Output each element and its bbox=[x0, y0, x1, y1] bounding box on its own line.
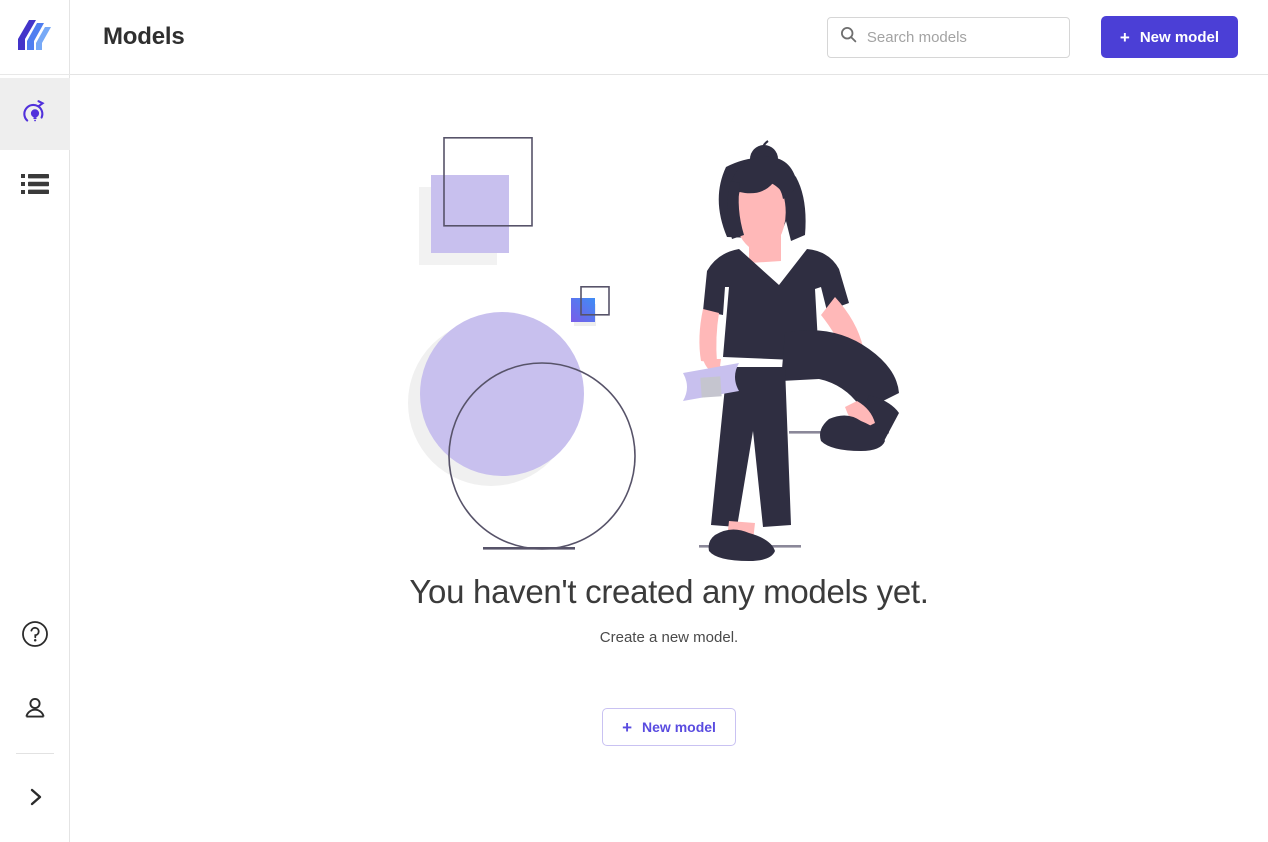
top-bar: Models + New model bbox=[70, 0, 1268, 75]
search-box[interactable] bbox=[826, 16, 1070, 58]
empty-state: You haven't created any models yet. Crea… bbox=[70, 75, 1268, 842]
sidebar-nav-bottom bbox=[0, 599, 69, 842]
sidebar-item-account[interactable] bbox=[0, 673, 70, 747]
list-datasets-icon bbox=[21, 173, 49, 200]
search-input[interactable] bbox=[866, 28, 1057, 46]
user-account-icon bbox=[20, 693, 50, 728]
plus-icon: + bbox=[622, 717, 633, 737]
app-logo[interactable] bbox=[0, 0, 70, 75]
sidebar-nav-top bbox=[0, 75, 70, 222]
help-circle-icon bbox=[20, 619, 50, 654]
main-area: Models + New model bbox=[70, 0, 1268, 842]
sidebar-expand-button[interactable] bbox=[0, 762, 70, 836]
sidebar-item-help[interactable] bbox=[0, 599, 70, 673]
empty-state-title: You haven't created any models yet. bbox=[409, 573, 929, 610]
sidebar bbox=[0, 0, 70, 842]
person-with-shapes-illustration bbox=[389, 137, 949, 567]
top-bar-actions: + New model bbox=[826, 16, 1238, 58]
empty-state-subtitle: Create a new model. bbox=[599, 629, 739, 646]
search-icon bbox=[840, 26, 857, 48]
sidebar-divider bbox=[15, 753, 54, 754]
new-model-button-label: New model bbox=[642, 719, 716, 735]
layers-logo-icon bbox=[18, 19, 52, 55]
new-model-button-label: New model bbox=[1139, 28, 1219, 46]
sidebar-item-datasets[interactable] bbox=[0, 150, 70, 222]
new-model-button-header[interactable]: + New model bbox=[1100, 16, 1238, 58]
chevron-right-icon bbox=[23, 785, 47, 814]
sidebar-item-models[interactable] bbox=[0, 78, 70, 150]
new-model-button-empty-state[interactable]: + New model bbox=[602, 708, 736, 746]
page-title: Models bbox=[103, 23, 185, 50]
model-lightbulb-refresh-icon bbox=[20, 97, 50, 132]
app-root: Models + New model bbox=[0, 0, 1268, 842]
plus-icon: + bbox=[1119, 27, 1130, 47]
